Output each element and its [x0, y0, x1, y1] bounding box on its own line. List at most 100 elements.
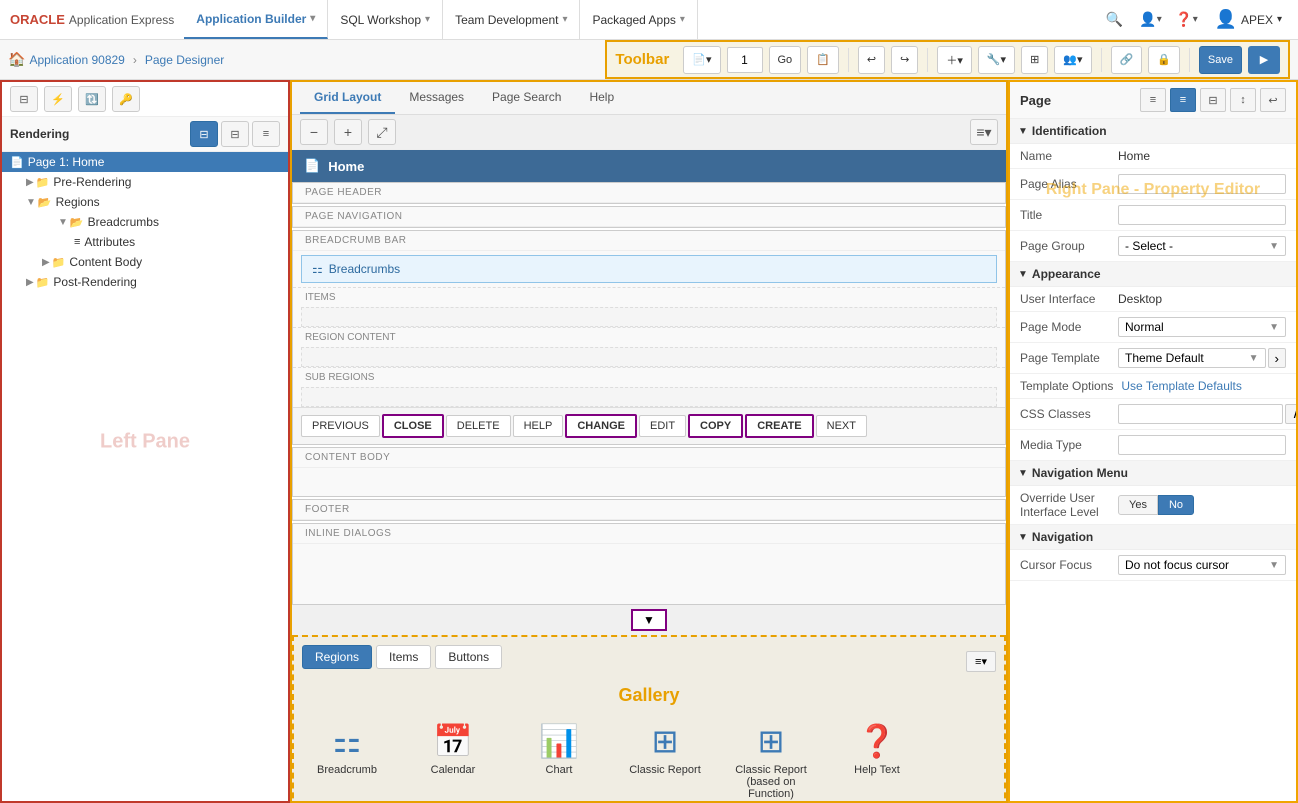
gallery-item-help-text[interactable]: ❓ Help Text [832, 714, 922, 801]
gallery-menu-btn[interactable]: ≡▾ [966, 651, 996, 672]
tree-item-page1[interactable]: 📄 Page 1: Home [2, 152, 288, 172]
btn-delete[interactable]: DELETE [446, 415, 511, 437]
prop-cursor-focus-label: Cursor Focus [1020, 558, 1110, 572]
btn-help[interactable]: HELP [513, 415, 564, 437]
right-tool-btn-4[interactable]: ↕ [1230, 88, 1256, 112]
tree-sort-btn-1[interactable]: ⊟ [190, 121, 218, 147]
nav-tab-sql-workshop[interactable]: SQL Workshop ▾ [328, 0, 443, 39]
nav-tab-packaged-apps[interactable]: Packaged Apps ▾ [580, 0, 697, 39]
add-btn[interactable]: ＋▾ [937, 46, 972, 74]
tools-btn[interactable]: 🔧▾ [978, 46, 1015, 74]
undo-btn[interactable]: ↩ [858, 46, 885, 74]
section-navigation[interactable]: ▼ Navigation [1010, 525, 1296, 550]
prop-template-options-link[interactable]: Use Template Defaults [1121, 379, 1286, 393]
prop-page-group-select[interactable]: - Select - ▼ [1118, 236, 1286, 256]
tab-help[interactable]: Help [575, 82, 628, 114]
section-appearance[interactable]: ▼ Appearance [1010, 262, 1296, 287]
gallery-item-chart[interactable]: 📊 Chart [514, 714, 604, 801]
go-btn[interactable]: Go [769, 46, 802, 74]
prop-cursor-focus-select[interactable]: Do not focus cursor ▼ [1118, 555, 1286, 575]
section-nav-menu[interactable]: ▼ Navigation Menu [1010, 461, 1296, 486]
right-tool-btn-1[interactable]: ≡ [1140, 88, 1166, 112]
gallery-item-classic-report[interactable]: ⊞ Classic Report [620, 714, 710, 801]
gallery-tab-buttons[interactable]: Buttons [435, 645, 502, 669]
page-file-btn[interactable]: 📄▾ [683, 46, 720, 74]
help-icon-btn[interactable]: ❓ ▾ [1171, 6, 1203, 34]
prop-css-classes-input[interactable] [1118, 404, 1283, 424]
btn-change[interactable]: CHANGE [565, 414, 637, 438]
expand-btn[interactable]: ⤢ [368, 119, 396, 145]
gallery-item-classic-report-fn[interactable]: ⊞ Classic Report(based onFunction) [726, 714, 816, 801]
toggle-pre-render[interactable]: ▶ [26, 177, 34, 188]
css-classes-expand-btn[interactable]: ∧ [1285, 404, 1296, 424]
right-tool-btn-5[interactable]: ↩ [1260, 88, 1286, 112]
btn-close[interactable]: CLOSE [382, 414, 444, 438]
prop-media-type-input[interactable] [1118, 435, 1286, 455]
page-template-nav-btn[interactable]: › [1268, 348, 1286, 368]
right-tool-btn-3[interactable]: ⊟ [1200, 88, 1226, 112]
grid-btn[interactable]: ⊞ [1021, 46, 1048, 74]
btn-next[interactable]: NEXT [816, 415, 867, 437]
left-tool-btn-4[interactable]: 🔑 [112, 86, 140, 112]
toggle-no-btn[interactable]: No [1158, 495, 1194, 515]
left-tool-btn-2[interactable]: ⚡ [44, 86, 72, 112]
btn-edit[interactable]: EDIT [639, 415, 686, 437]
breadcrumb-page-designer[interactable]: Page Designer [145, 53, 224, 67]
gallery-item-breadcrumb[interactable]: ⚏ Breadcrumb [302, 714, 392, 801]
btn-copy[interactable]: COPY [688, 414, 743, 438]
page-locks-btn[interactable]: 🔒 [1148, 46, 1180, 74]
user-icon-btn[interactable]: 👤 ▾ [1135, 6, 1167, 34]
prop-page-template-select[interactable]: Theme Default ▼ [1118, 348, 1266, 368]
shared-components-btn[interactable]: 🔗 [1111, 46, 1143, 74]
tree-item-post-render[interactable]: ▶ 📁 Post-Rendering [2, 272, 288, 292]
tree-menu-btn[interactable]: ≡ [252, 121, 280, 147]
btn-create[interactable]: CREATE [745, 414, 813, 438]
gallery-tab-items[interactable]: Items [376, 645, 431, 669]
tree-item-attributes[interactable]: ≡ Attributes [2, 232, 288, 252]
tab-grid-layout[interactable]: Grid Layout [300, 82, 395, 114]
tab-page-search[interactable]: Page Search [478, 82, 575, 114]
tree-item-content-body[interactable]: ▶ 📁 Content Body [2, 252, 288, 272]
nav-tab-app-builder[interactable]: Application Builder ▾ [184, 0, 328, 39]
nav-tab-team-dev[interactable]: Team Development ▾ [443, 0, 580, 39]
central-menu-btn[interactable]: ≡▾ [970, 119, 998, 145]
gallery-tab-regions[interactable]: Regions [302, 645, 372, 669]
prop-title-input[interactable] [1118, 205, 1286, 225]
left-tool-btn-3[interactable]: 🔃 [78, 86, 106, 112]
right-tool-btn-2[interactable]: ≡ [1170, 88, 1196, 112]
gallery-label: Gallery [302, 681, 996, 714]
users-btn[interactable]: 👥▾ [1054, 46, 1091, 74]
copy-page-btn[interactable]: 📋 [807, 46, 839, 74]
save-btn[interactable]: Save [1199, 46, 1242, 74]
page-number-input[interactable] [727, 47, 763, 73]
gallery-item-calendar[interactable]: 📅 Calendar [408, 714, 498, 801]
redo-btn[interactable]: ↪ [891, 46, 918, 74]
zoom-in-btn[interactable]: + [334, 119, 362, 145]
toggle-content-body[interactable]: ▶ [42, 257, 50, 268]
prop-alias-input[interactable] [1118, 174, 1286, 194]
gallery-toggle-btn[interactable]: ▼ [631, 609, 667, 631]
toggle-yes-btn[interactable]: Yes [1118, 495, 1158, 515]
tree-item-regions[interactable]: ▼ 📂 Regions [2, 192, 288, 212]
breadcrumb-region[interactable]: ⚏ Breadcrumbs [301, 255, 997, 283]
btn-previous[interactable]: PREVIOUS [301, 415, 380, 437]
prop-title: Title [1010, 200, 1296, 231]
toggle-breadcrumbs[interactable]: ▼ [58, 217, 68, 228]
nav-user[interactable]: 👤 APEX ▾ [1207, 9, 1290, 30]
tree-sort-btn-2[interactable]: ⊟ [221, 121, 249, 147]
tree-item-breadcrumbs[interactable]: ▼ 📂 Breadcrumbs [2, 212, 288, 232]
prop-page-mode-select[interactable]: Normal ▼ [1118, 317, 1286, 337]
section-breadcrumb-bar: BREADCRUMB BAR ⚏ Breadcrumbs ITEMS REGIO… [292, 230, 1006, 445]
collapse-left-arrow[interactable]: ◀ [290, 350, 292, 390]
zoom-out-btn[interactable]: − [300, 119, 328, 145]
breadcrumb-app[interactable]: 🏠 Application 90829 [8, 51, 125, 68]
run-btn[interactable]: ▶ [1248, 46, 1280, 74]
left-tool-btn-1[interactable]: ⊟ [10, 86, 38, 112]
tab-messages[interactable]: Messages [395, 82, 478, 114]
section-identification[interactable]: ▼ Identification [1010, 119, 1296, 144]
toggle-regions[interactable]: ▼ [26, 197, 36, 208]
search-icon-btn[interactable]: 🔍 [1099, 6, 1131, 34]
toggle-post-render[interactable]: ▶ [26, 277, 34, 288]
section-inline-dialogs: INLINE DIALOGS [292, 523, 1006, 605]
tree-item-pre-render[interactable]: ▶ 📁 Pre-Rendering [2, 172, 288, 192]
